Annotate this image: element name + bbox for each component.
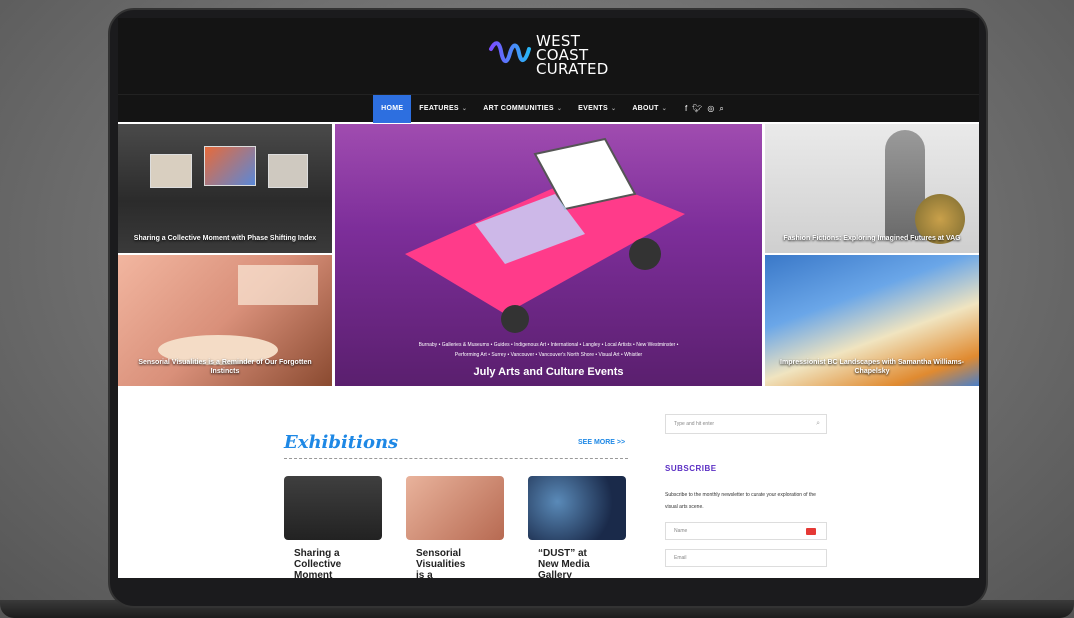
logo-text: WEST COAST CURATED (536, 34, 609, 78)
nav-events-label: EVENTS (578, 104, 608, 112)
featured-caption: Fashion Fictions: Exploring Imagined Fut… (783, 235, 961, 242)
search-icon[interactable]: ⌕ (719, 104, 723, 114)
chevron-down-icon: ⌄ (661, 105, 668, 112)
nav-about[interactable]: ABOUT ⌄ (624, 95, 675, 123)
card-title[interactable]: Sensorial Visualities is a Reminder of O… (406, 548, 476, 578)
instagram-icon[interactable]: ◎ (707, 104, 714, 113)
email-field[interactable]: Email (665, 549, 827, 567)
section-divider (284, 458, 628, 459)
name-field[interactable]: Name (665, 522, 827, 540)
card-image (406, 476, 504, 540)
site-logo[interactable]: WEST COAST CURATED (488, 34, 609, 78)
main-nav: HOME FEATURES ⌄ ART COMMUNITIES ⌄ EVENTS ⌄ … (118, 94, 979, 123)
search-icon[interactable]: ⌕ (816, 420, 820, 428)
chevron-down-icon: ⌄ (610, 105, 617, 112)
facebook-icon[interactable]: f (685, 104, 687, 113)
pixel-car-image (405, 137, 685, 333)
featured-tile-fashion-fictions[interactable]: Fashion Fictions: Exploring Imagined Fut… (765, 124, 979, 253)
exhibition-card[interactable]: Sensorial Visualities is a Reminder of O… (406, 476, 504, 578)
card-image (284, 476, 382, 540)
nav-features-label: FEATURES (419, 104, 459, 112)
email-placeholder: Email (674, 555, 687, 561)
card-title[interactable]: “DUST” at New Media Gallery (528, 548, 598, 578)
subscribe-heading: SUBSCRIBE (665, 464, 717, 473)
social-icons: f 🐦︎ ◎ ⌕ (685, 104, 724, 114)
nav-art-communities[interactable]: ART COMMUNITIES ⌄ (475, 95, 570, 123)
chevron-down-icon: ⌄ (556, 105, 563, 112)
featured-main-title[interactable]: July Arts and Culture Events (335, 366, 762, 378)
browser-screen: WEST COAST CURATED HOME FEATURES ⌄ ART CO… (118, 18, 979, 578)
card-image (528, 476, 626, 540)
artwork-screen (204, 146, 256, 186)
main-content: Exhibitions SEE MORE >> Sharing a Collec… (118, 386, 979, 578)
exhibition-card[interactable]: Sharing a Collective Moment with (284, 476, 382, 578)
card-title[interactable]: Sharing a Collective Moment with (284, 548, 354, 578)
subscribe-description: Subscribe to the monthly newsletter to c… (665, 492, 816, 510)
nav-home[interactable]: HOME (373, 94, 412, 123)
projection-image (238, 265, 318, 305)
featured-caption: Sensorial Visualities is a Reminder of O… (138, 359, 312, 375)
section-title: Exhibitions (284, 432, 399, 453)
event-tags-line-2[interactable]: Performing Art • Surrey • Vancouver • Va… (345, 350, 752, 360)
chevron-down-icon: ⌄ (461, 105, 468, 112)
search-placeholder: Type and hit enter (674, 421, 715, 427)
site-header: WEST COAST CURATED (118, 18, 979, 94)
exhibition-card[interactable]: “DUST” at New Media Gallery (528, 476, 626, 578)
featured-tile-sensorial[interactable]: Sensorial Visualities is a Reminder of O… (118, 255, 332, 386)
featured-caption: Impressionist BC Landscapes with Samanth… (780, 359, 964, 375)
nav-art-communities-label: ART COMMUNITIES (483, 104, 554, 112)
nav-features[interactable]: FEATURES ⌄ (411, 95, 475, 123)
logo-line-3: CURATED (536, 60, 609, 78)
name-placeholder: Name (674, 528, 688, 534)
event-tags-line-1[interactable]: Burnaby • Galleries & Museums • Guides •… (345, 340, 752, 350)
see-more-link[interactable]: SEE MORE >> (578, 439, 625, 446)
featured-mosaic: Sharing a Collective Moment with Phase S… (118, 124, 979, 386)
artwork-screen (268, 154, 308, 188)
artwork-screen (150, 154, 192, 188)
nav-about-label: ABOUT (632, 104, 659, 112)
featured-tile-phase-shifting[interactable]: Sharing a Collective Moment with Phase S… (118, 124, 332, 253)
required-badge-icon (806, 528, 816, 535)
featured-caption: Sharing a Collective Moment with Phase S… (133, 235, 317, 242)
search-input[interactable]: Type and hit enter ⌕ (665, 414, 827, 434)
logo-wave-icon (489, 41, 531, 63)
nav-events[interactable]: EVENTS ⌄ (570, 95, 624, 123)
featured-tile-bc-landscapes[interactable]: Impressionist BC Landscapes with Samanth… (765, 255, 979, 386)
event-tags: Burnaby • Galleries & Museums • Guides •… (345, 340, 752, 360)
featured-tile-july-events[interactable]: Burnaby • Galleries & Museums • Guides •… (335, 124, 762, 386)
twitter-icon[interactable]: 🐦︎ (692, 104, 702, 113)
